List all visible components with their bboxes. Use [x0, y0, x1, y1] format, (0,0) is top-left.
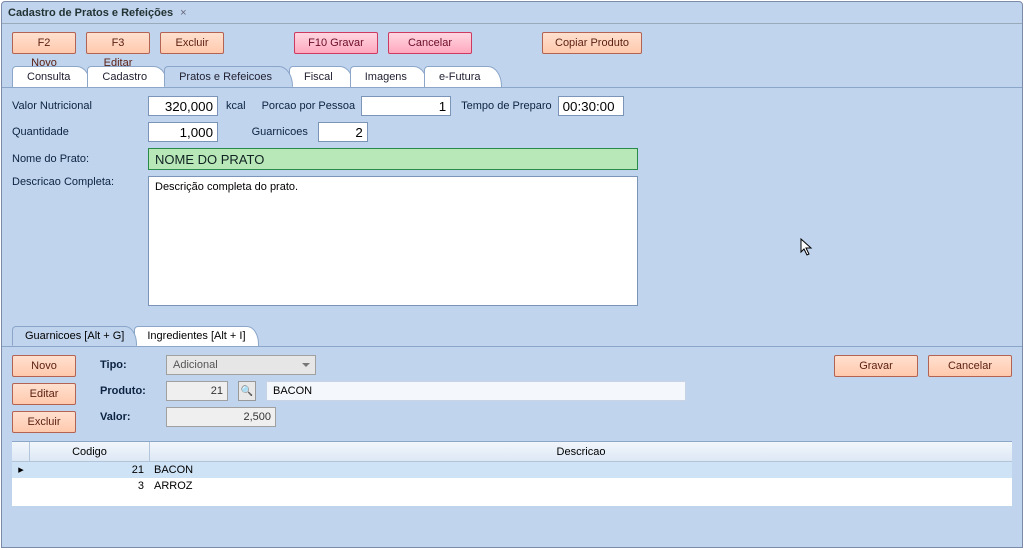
- cell-codigo: 3: [30, 478, 150, 494]
- tab-fiscal[interactable]: Fiscal: [289, 66, 354, 87]
- window-titlebar: Cadastro de Pratos e Refeições ×: [2, 2, 1022, 24]
- label-descricao: Descricao Completa:: [12, 176, 142, 188]
- row-marker-icon: ▸: [12, 462, 30, 478]
- subtab-ingredientes[interactable]: Ingredientes [Alt + I]: [134, 326, 258, 346]
- table-row[interactable]: 3 ARROZ: [12, 478, 1012, 494]
- close-tab-icon[interactable]: ×: [180, 7, 186, 19]
- excluir-button[interactable]: Excluir: [160, 32, 224, 54]
- tab-efutura[interactable]: e-Futura: [424, 66, 502, 87]
- editar-button[interactable]: F3 Editar: [86, 32, 150, 54]
- label-produto: Produto:: [100, 385, 156, 397]
- tab-cadastro[interactable]: Cadastro: [87, 66, 168, 87]
- tab-consulta[interactable]: Consulta: [12, 66, 91, 87]
- produto-name-field: BACON: [266, 381, 686, 401]
- label-nome-prato: Nome do Prato:: [12, 153, 142, 165]
- grid-col-codigo[interactable]: Codigo: [30, 442, 150, 461]
- label-quantidade: Quantidade: [12, 126, 142, 138]
- label-kcal: kcal: [226, 100, 246, 112]
- subtab-guarnicoes[interactable]: Guarnicoes [Alt + G]: [12, 326, 137, 346]
- search-icon: 🔍: [241, 386, 253, 397]
- cell-descricao: ARROZ: [150, 478, 1012, 494]
- sub-novo-button[interactable]: Novo: [12, 355, 76, 377]
- produto-lookup-button[interactable]: 🔍: [238, 381, 256, 401]
- porcao-input[interactable]: [361, 96, 451, 116]
- label-tempo: Tempo de Preparo: [461, 100, 552, 112]
- produto-code-field[interactable]: 21: [166, 381, 228, 401]
- guarnicoes-input[interactable]: [318, 122, 368, 142]
- label-valor-nutricional: Valor Nutricional: [12, 100, 142, 112]
- quantidade-input[interactable]: [148, 122, 218, 142]
- cancelar-button[interactable]: Cancelar: [388, 32, 472, 54]
- label-guarnicoes: Guarnicoes: [252, 126, 308, 138]
- cell-codigo: 21: [30, 462, 150, 478]
- tab-pratos[interactable]: Pratos e Refeicoes: [164, 66, 293, 87]
- tab-imagens[interactable]: Imagens: [350, 66, 428, 87]
- main-tabs: Consulta Cadastro Pratos e Refeicoes Fis…: [2, 66, 1022, 88]
- valor-nutricional-input[interactable]: [148, 96, 218, 116]
- sub-editar-button[interactable]: Editar: [12, 383, 76, 405]
- copiar-produto-button[interactable]: Copiar Produto: [542, 32, 642, 54]
- guarnicoes-grid: Codigo Descricao ▸ 21 BACON 3 ARROZ: [12, 441, 1012, 506]
- label-porcao: Porcao por Pessoa: [262, 100, 356, 112]
- cell-descricao: BACON: [150, 462, 1012, 478]
- tipo-select[interactable]: Adicional: [166, 355, 316, 375]
- sub-excluir-button[interactable]: Excluir: [12, 411, 76, 433]
- sub-gravar-button[interactable]: Gravar: [834, 355, 918, 377]
- novo-button[interactable]: F2 Novo: [12, 32, 76, 54]
- descricao-textarea[interactable]: [148, 176, 638, 306]
- sub-cancelar-button[interactable]: Cancelar: [928, 355, 1012, 377]
- valor-field[interactable]: 2,500: [166, 407, 276, 427]
- label-valor: Valor:: [100, 411, 156, 423]
- tempo-preparo-input[interactable]: [558, 96, 624, 116]
- window-title: Cadastro de Pratos e Refeições: [8, 7, 173, 19]
- sub-tabs: Guarnicoes [Alt + G] Ingredientes [Alt +…: [2, 326, 1022, 347]
- table-row[interactable]: ▸ 21 BACON: [12, 462, 1012, 478]
- grid-marker-col: [12, 442, 30, 461]
- main-toolbar: F2 Novo F3 Editar Excluir F10 Gravar Can…: [2, 24, 1022, 62]
- grid-col-descricao[interactable]: Descricao: [150, 442, 1012, 461]
- nome-prato-input[interactable]: [148, 148, 638, 170]
- row-marker-icon: [12, 478, 30, 494]
- label-tipo: Tipo:: [100, 359, 156, 371]
- gravar-button[interactable]: F10 Gravar: [294, 32, 378, 54]
